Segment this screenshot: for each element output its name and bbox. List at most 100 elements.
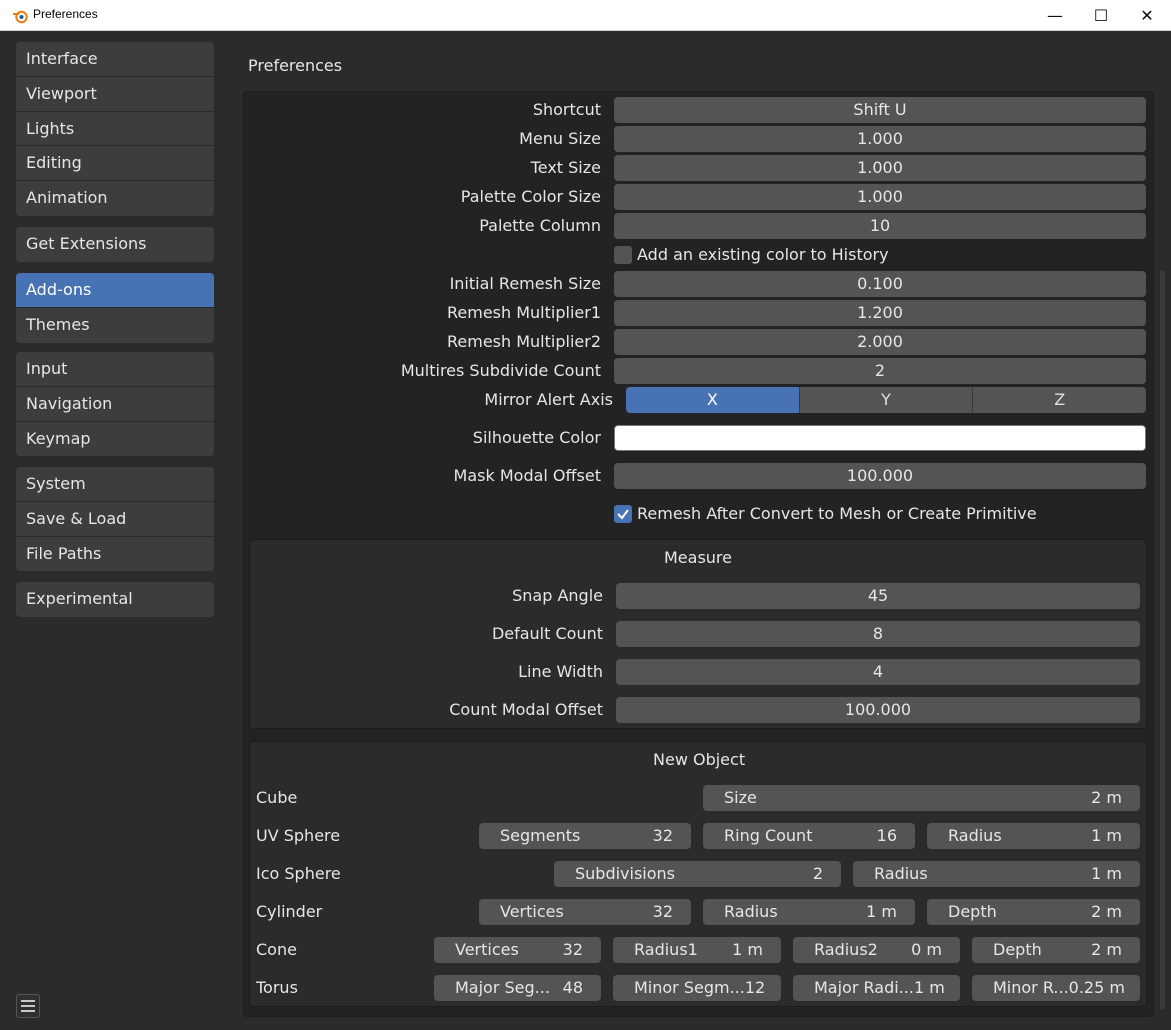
field-value: 12 [744,978,766,997]
remesh-after-convert-label: Remesh After Convert to Mesh or Create P… [637,504,1037,523]
axis-x-button[interactable]: X [626,387,800,413]
sidebar-item-file-paths[interactable]: File Paths [16,536,214,572]
shortcut-field[interactable]: Shift U [614,97,1146,123]
palette-column-label: Palette Column [479,216,601,235]
sidebar-item-editing[interactable]: Editing [16,146,214,182]
text-size-label: Text Size [530,158,601,177]
cylinder-vertices-field[interactable]: Vertices 32 [479,899,691,925]
cone-depth-field[interactable]: Depth 2 m [972,937,1140,963]
sidebar-group-extensions: Get Extensions [16,227,214,262]
field-value: 1 m [1091,826,1122,845]
uv-sphere-segments-field[interactable]: Segments 32 [479,823,691,849]
line-width-label: Line Width [518,662,603,681]
minimize-icon: — [1047,6,1063,25]
remesh-multiplier2-label: Remesh Multiplier2 [447,332,601,351]
line-width-field[interactable]: 4 [616,659,1140,685]
sidebar-group-experimental: Experimental [16,582,214,617]
torus-minor-radius-field[interactable]: Minor R... 0.25 m [972,975,1140,1001]
shortcut-label: Shortcut [532,100,601,119]
window-title: Preferences [33,7,98,21]
snap-angle-field[interactable]: 45 [616,583,1140,609]
sidebar-item-input[interactable]: Input [16,352,214,387]
sidebar-item-animation[interactable]: Animation [16,181,214,216]
minimize-button[interactable]: — [1032,0,1078,31]
sidebar-group-addons: Add-ons Themes [16,273,214,343]
sidebar-item-lights[interactable]: Lights [16,111,214,147]
remesh-multiplier2-field[interactable]: 2.000 [614,329,1146,355]
torus-minor-segments-field[interactable]: Minor Segm... 12 [613,975,781,1001]
hamburger-menu-icon[interactable] [16,994,40,1018]
multires-subdivide-count-field[interactable]: 2 [614,358,1146,384]
add-existing-color-label: Add an existing color to History [637,245,889,264]
palette-color-size-field[interactable]: 1.000 [614,184,1146,210]
mirror-alert-axis-selector: X Y Z [626,387,1146,413]
sidebar-item-save-load[interactable]: Save & Load [16,501,214,537]
sidebar-item-interface[interactable]: Interface [16,42,214,77]
cone-label: Cone [256,940,297,959]
sidebar-item-get-extensions[interactable]: Get Extensions [16,227,214,262]
cylinder-radius-field[interactable]: Radius 1 m [703,899,915,925]
torus-major-radius-field[interactable]: Major Radi... 1 m [793,975,960,1001]
sidebar-item-experimental[interactable]: Experimental [16,582,214,617]
field-value: 1 m [1091,864,1122,883]
field-name: Vertices [500,902,564,921]
field-value: 1 m [913,978,945,997]
close-button[interactable]: ✕ [1124,0,1170,31]
initial-remesh-size-label: Initial Remesh Size [449,274,601,293]
window-titlebar: Preferences — ☐ ✕ [0,0,1171,31]
add-existing-color-checkbox[interactable] [614,246,632,264]
axis-z-button[interactable]: Z [973,387,1146,413]
remesh-multiplier1-label: Remesh Multiplier1 [447,303,601,322]
measure-title: Measure [664,548,732,567]
ico-sphere-radius-field[interactable]: Radius 1 m [853,861,1140,887]
cube-size-field[interactable]: Size 2 m [703,785,1140,811]
field-name: Radius [724,902,778,921]
field-value: 2 m [1091,940,1122,959]
close-icon: ✕ [1140,6,1154,25]
axis-y-button[interactable]: Y [799,387,974,413]
default-count-field[interactable]: 8 [616,621,1140,647]
field-value: 0 m [911,940,942,959]
sidebar-item-navigation[interactable]: Navigation [16,386,214,422]
text-size-field[interactable]: 1.000 [614,155,1146,181]
uv-sphere-ring-count-field[interactable]: Ring Count 16 [703,823,915,849]
count-modal-offset-field[interactable]: 100.000 [616,697,1140,723]
field-name: Major Radi... [814,978,914,997]
sidebar-item-addons[interactable]: Add-ons [16,273,214,308]
sidebar-group-display: Interface Viewport Lights Editing Animat… [16,42,214,216]
addon-preferences-header[interactable]: Preferences [248,56,342,75]
field-value: 1 m [732,940,763,959]
torus-major-segments-field[interactable]: Major Seg... 48 [434,975,601,1001]
field-name: Radius2 [814,940,878,959]
sidebar-item-keymap[interactable]: Keymap [16,421,214,457]
cone-radius1-field[interactable]: Radius1 1 m [613,937,781,963]
mask-modal-offset-field[interactable]: 100.000 [614,463,1146,489]
field-name: Segments [500,826,581,845]
cone-vertices-field[interactable]: Vertices 32 [434,937,601,963]
new-object-title: New Object [653,750,746,769]
initial-remesh-size-field[interactable]: 0.100 [614,271,1146,297]
field-value: 48 [562,978,583,997]
ico-sphere-subdivisions-field[interactable]: Subdivisions 2 [554,861,841,887]
field-value: 1 m [866,902,897,921]
silhouette-color-swatch[interactable] [614,425,1146,451]
field-name: Minor R... [993,978,1069,997]
field-value: 32 [562,940,583,959]
scrollbar[interactable] [1160,270,1165,1010]
sidebar-item-system[interactable]: System [16,467,214,502]
menu-size-field[interactable]: 1.000 [614,126,1146,152]
cone-radius2-field[interactable]: Radius2 0 m [793,937,960,963]
sidebar-item-viewport[interactable]: Viewport [16,76,214,112]
field-name: Radius1 [634,940,698,959]
uv-sphere-radius-field[interactable]: Radius 1 m [927,823,1140,849]
cylinder-depth-field[interactable]: Depth 2 m [927,899,1140,925]
cylinder-label: Cylinder [256,902,323,921]
remesh-after-convert-checkbox[interactable] [614,505,632,523]
blender-logo-icon [13,10,28,24]
field-value: 16 [876,826,897,845]
field-name: Subdivisions [575,864,676,883]
palette-column-field[interactable]: 10 [614,213,1146,239]
maximize-button[interactable]: ☐ [1078,0,1124,31]
remesh-multiplier1-field[interactable]: 1.200 [614,300,1146,326]
sidebar-item-themes[interactable]: Themes [16,307,214,343]
